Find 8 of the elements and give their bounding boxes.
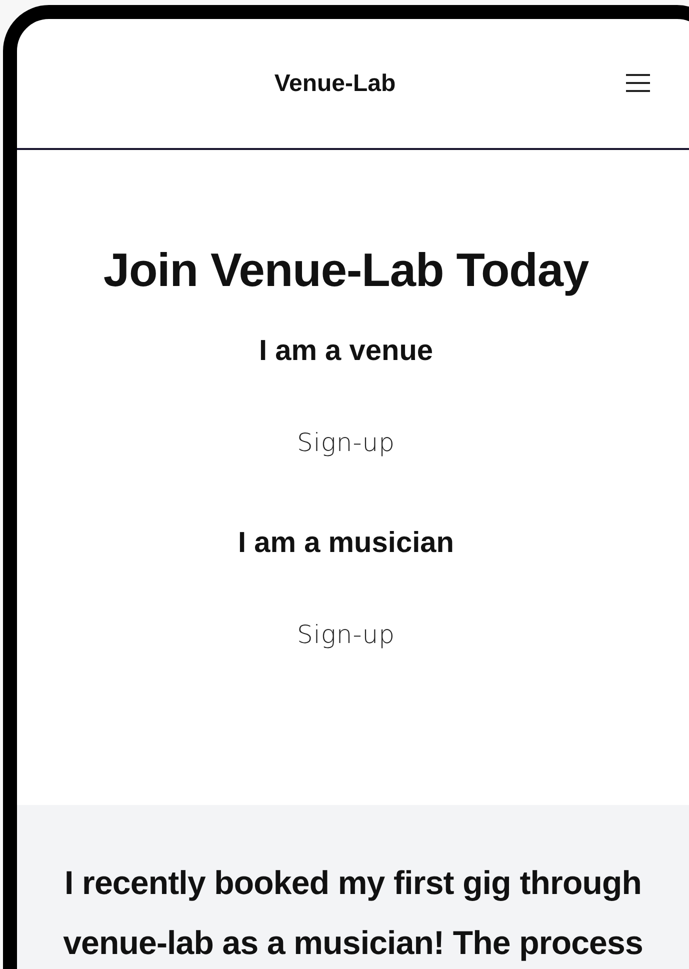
signup-link[interactable]: Sign-up [297, 428, 395, 457]
signup-link[interactable]: Sign-up [297, 620, 395, 649]
option-heading: I am a musician [238, 527, 454, 560]
site-title[interactable]: Venue-Lab [274, 70, 418, 98]
page-heading: Join Venue-Lab Today [103, 242, 589, 297]
option-heading: I am a venue [258, 335, 434, 368]
menu-icon[interactable] [625, 73, 651, 93]
testimonial-text: I recently booked my first gig through venue-lab as a musician! The process [62, 863, 644, 963]
